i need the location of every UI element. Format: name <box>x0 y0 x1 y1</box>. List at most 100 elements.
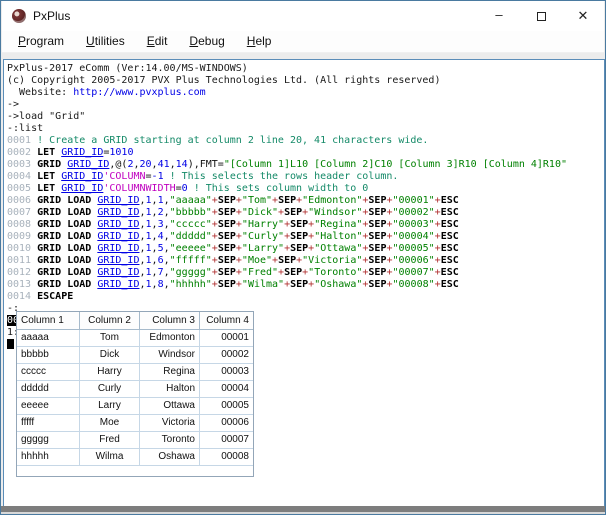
grid-row: gggggFredToronto00007 <box>17 432 253 449</box>
terminal-token: GRID LOAD <box>37 219 97 230</box>
terminal-token: SEP <box>368 195 386 206</box>
grid-cell[interactable]: Wilma <box>80 449 140 466</box>
grid-cell[interactable]: Halton <box>140 381 200 398</box>
terminal-token: ,@( <box>109 159 127 170</box>
grid-header-cell[interactable]: Column 2 <box>80 312 140 330</box>
terminal-token: GRID_ID <box>97 207 139 218</box>
menu-item-help[interactable]: Help <box>239 32 280 51</box>
menu-item-program[interactable]: Program <box>10 32 72 51</box>
code-line-0004: 0004 LET GRID_ID'COLUMN=-1 ! This select… <box>7 171 602 183</box>
terminal-token: "Oshawa" <box>314 279 362 290</box>
grid-cell[interactable]: ddddd <box>17 381 80 398</box>
terminal-token: ! This sets column width to 0 <box>194 183 369 194</box>
menu-item-debug[interactable]: Debug <box>181 32 232 51</box>
terminal-token: "Halton" <box>314 231 362 242</box>
grid-cell[interactable]: Moe <box>80 415 140 432</box>
terminal-token: SEP <box>368 267 386 278</box>
terminal-token: "Regina" <box>314 219 362 230</box>
grid-cell[interactable]: bbbbb <box>17 347 80 364</box>
terminal-token: "Larry" <box>242 243 284 254</box>
terminal-screen[interactable]: PxPlus-2017 eComm (Ver:14.00/MS-WINDOWS)… <box>3 59 605 507</box>
code-line-0001: 0001 ! Create a GRID starting at column … <box>7 135 602 147</box>
terminal-token: 20 <box>140 159 152 170</box>
grid-header-cell[interactable]: Column 3 <box>140 312 200 330</box>
grid-cell[interactable]: Ottawa <box>140 398 200 415</box>
grid-cell[interactable]: 00005 <box>200 398 253 415</box>
grid-cell[interactable]: Oshawa <box>140 449 200 466</box>
window-resize-edge[interactable] <box>1 506 605 512</box>
terminal-token: "Curly" <box>242 231 284 242</box>
terminal-token: LET <box>37 183 61 194</box>
title-bar: PxPlus – ✕ <box>2 1 604 31</box>
terminal-token: 0008 <box>7 219 37 230</box>
terminal-token: "Edmonton" <box>302 195 362 206</box>
terminal-token: 0005 <box>7 183 37 194</box>
terminal-line: PxPlus-2017 eComm (Ver:14.00/MS-WINDOWS) <box>7 63 602 75</box>
grid-cell[interactable]: aaaaa <box>17 330 80 347</box>
grid-cell[interactable]: Dick <box>80 347 140 364</box>
menu-item-utilities[interactable]: Utilities <box>78 32 133 51</box>
grid-cell[interactable]: Larry <box>80 398 140 415</box>
grid-cell[interactable]: fffff <box>17 415 80 432</box>
terminal-line: -:list <box>7 123 602 135</box>
terminal-token: SEP <box>278 255 296 266</box>
terminal-token: 0001 <box>7 135 37 146</box>
grid-cell[interactable]: Regina <box>140 364 200 381</box>
terminal-token: "Fred" <box>242 267 278 278</box>
grid-cell[interactable]: Fred <box>80 432 140 449</box>
terminal-token: GRID_ID <box>97 267 139 278</box>
terminal-token: GRID_ID <box>97 219 139 230</box>
terminal-token: 0004 <box>7 171 37 182</box>
maximize-button[interactable] <box>520 1 562 31</box>
grid-cell[interactable]: ccccc <box>17 364 80 381</box>
terminal-token: 0011 <box>7 255 37 266</box>
grid-cell[interactable]: Windsor <box>140 347 200 364</box>
minimize-button[interactable]: – <box>478 1 520 31</box>
terminal-token: -> <box>7 99 19 110</box>
grid-cell[interactable]: Harry <box>80 364 140 381</box>
grid-control: Column 1Column 2Column 3Column 4aaaaaTom… <box>16 311 254 477</box>
grid-cell[interactable]: 00006 <box>200 415 253 432</box>
grid-row: aaaaaTomEdmonton00001 <box>17 330 253 347</box>
terminal-token: GRID LOAD <box>37 255 97 266</box>
terminal-token: "Moe" <box>242 255 272 266</box>
grid-cell[interactable]: 00004 <box>200 381 253 398</box>
terminal-token: SEP <box>284 207 302 218</box>
terminal-token: SEP <box>218 207 236 218</box>
terminal-token: 0013 <box>7 279 37 290</box>
maximize-icon <box>537 12 546 21</box>
grid-cell[interactable]: Edmonton <box>140 330 200 347</box>
terminal-token: "00001" <box>393 195 435 206</box>
terminal-token: "Harry" <box>242 219 284 230</box>
grid-cell[interactable]: 00007 <box>200 432 253 449</box>
terminal-token: ESCAPE <box>37 291 73 302</box>
grid-cell[interactable]: Curly <box>80 381 140 398</box>
grid-header-cell[interactable]: Column 1 <box>17 312 80 330</box>
menu-item-edit[interactable]: Edit <box>139 32 176 51</box>
terminal-token: 0014 <box>7 291 37 302</box>
grid-cell[interactable]: Tom <box>80 330 140 347</box>
grid-cell[interactable]: Victoria <box>140 415 200 432</box>
website-link[interactable]: http://www.pvxplus.com <box>73 87 205 98</box>
grid-header-cell[interactable]: Column 4 <box>200 312 253 330</box>
grid-cell[interactable]: Toronto <box>140 432 200 449</box>
terminal-token: SEP <box>368 219 386 230</box>
terminal-token: GRID LOAD <box>37 207 97 218</box>
terminal-token: "hhhhh" <box>170 279 212 290</box>
terminal-token: ->load "Grid" <box>7 111 85 122</box>
grid-cell[interactable]: ggggg <box>17 432 80 449</box>
grid-cell[interactable]: hhhhh <box>17 449 80 466</box>
grid-cell[interactable]: eeeee <box>17 398 80 415</box>
grid-cell[interactable]: 00001 <box>200 330 253 347</box>
terminal-token: SEP <box>284 267 302 278</box>
grid-cell[interactable]: 00008 <box>200 449 253 466</box>
text-cursor <box>7 339 14 349</box>
terminal-token: "00005" <box>393 243 435 254</box>
terminal-token: "00008" <box>393 279 435 290</box>
grid-cell[interactable]: 00002 <box>200 347 253 364</box>
terminal-token: "00006" <box>393 255 435 266</box>
terminal-token: GRID_ID <box>61 147 103 158</box>
terminal-token: -:list <box>7 123 43 134</box>
close-button[interactable]: ✕ <box>562 1 604 31</box>
grid-cell[interactable]: 00003 <box>200 364 253 381</box>
